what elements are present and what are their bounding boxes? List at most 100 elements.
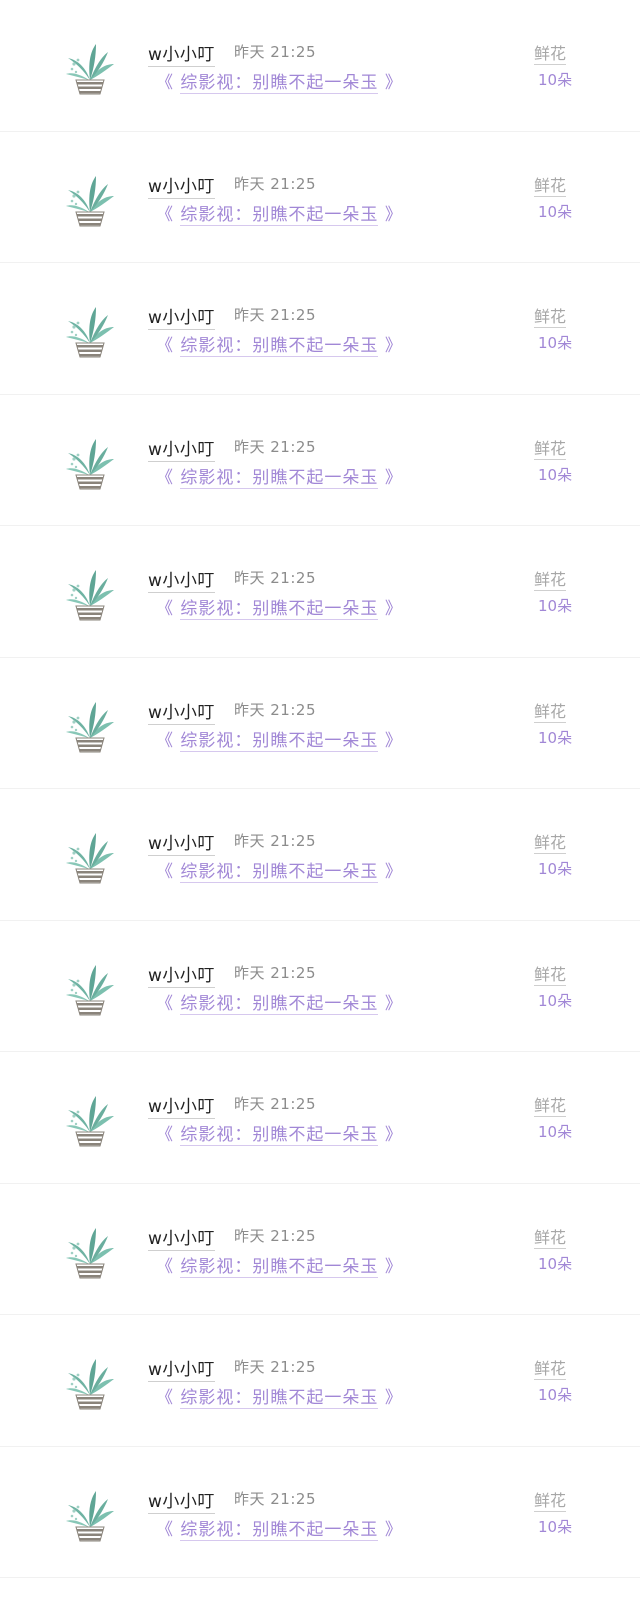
gift-record-row[interactable]: w小小叮 昨天 21:25 《 综影视：别瞧不起一朵玉 》 鲜花 10朵 (0, 1315, 640, 1447)
gift-record-row[interactable]: w小小叮 昨天 21:25 《 综影视：别瞧不起一朵玉 》 鲜花 10朵 (0, 1052, 640, 1184)
gift-record-row[interactable]: w小小叮 昨天 21:25 《 综影视：别瞧不起一朵玉 》 鲜花 10朵 (0, 1184, 640, 1315)
gift-count: 10朵 (538, 1386, 573, 1404)
book-title[interactable]: 综影视：别瞧不起一朵玉 (180, 336, 379, 357)
username-link[interactable]: w小小叮 (148, 1355, 215, 1382)
avatar[interactable] (60, 301, 120, 361)
timestamp: 昨天 21:25 (234, 306, 316, 324)
gift-record-row[interactable]: w小小叮 昨天 21:25 《 综影视：别瞧不起一朵玉 》 鲜花 10朵 (0, 263, 640, 395)
book-close-bracket: 》 (384, 1388, 403, 1408)
book-title-link[interactable]: 《 综影视：别瞧不起一朵玉 》 (156, 1252, 403, 1278)
username-link[interactable]: w小小叮 (148, 566, 215, 593)
gift-count: 10朵 (538, 465, 573, 484)
book-title-link[interactable]: 《 综影视：别瞧不起一朵玉 》 (156, 331, 403, 357)
potted-plant-icon (66, 1227, 114, 1278)
book-open-bracket: 《 (156, 336, 174, 356)
gift-type-label: 鲜花 (534, 566, 567, 591)
gift-type-label: 鲜花 (534, 172, 567, 197)
book-close-bracket: 》 (384, 1125, 403, 1145)
book-title[interactable]: 综影视：别瞧不起一朵玉 (180, 862, 379, 883)
username-link[interactable]: w小小叮 (148, 303, 215, 330)
book-title[interactable]: 综影视：别瞧不起一朵玉 (180, 599, 379, 620)
book-title[interactable]: 综影视：别瞧不起一朵玉 (180, 73, 379, 94)
book-title-link[interactable]: 《 综影视：别瞧不起一朵玉 》 (156, 857, 403, 883)
avatar[interactable] (60, 827, 120, 887)
book-title[interactable]: 综影视：别瞧不起一朵玉 (180, 1519, 379, 1541)
avatar[interactable] (60, 959, 120, 1019)
username-link[interactable]: w小小叮 (148, 172, 215, 199)
username-link[interactable]: w小小叮 (148, 1224, 215, 1251)
book-open-bracket: 《 (156, 730, 174, 751)
gift-type-label: 鲜花 (534, 1487, 567, 1512)
book-title-link[interactable]: 《 综影视：别瞧不起一朵玉 》 (156, 726, 403, 752)
avatar[interactable] (60, 1090, 120, 1150)
avatar[interactable] (60, 1222, 120, 1282)
potted-plant-icon (66, 1490, 114, 1541)
gift-record-row[interactable]: w小小叮 昨天 21:25 《 综影视：别瞧不起一朵玉 》 鲜花 10朵 (0, 132, 640, 263)
book-close-bracket: 》 (384, 599, 403, 619)
book-open-bracket: 《 (156, 467, 174, 488)
book-title[interactable]: 综影视：别瞧不起一朵玉 (180, 730, 379, 752)
potted-plant-icon (66, 438, 114, 489)
timestamp: 昨天 21:25 (234, 174, 316, 193)
username-link[interactable]: w小小叮 (148, 698, 215, 725)
book-title[interactable]: 综影视：别瞧不起一朵玉 (180, 204, 379, 226)
avatar[interactable] (60, 696, 120, 756)
gift-count: 10朵 (538, 991, 573, 1010)
book-title-link[interactable]: 《 综影视：别瞧不起一朵玉 》 (156, 1515, 403, 1541)
book-title-link[interactable]: 《 综影视：别瞧不起一朵玉 》 (156, 1383, 403, 1409)
username-link[interactable]: w小小叮 (148, 1487, 215, 1514)
username-link[interactable]: w小小叮 (148, 435, 215, 462)
gift-record-row[interactable]: w小小叮 昨天 21:25 《 综影视：别瞧不起一朵玉 》 鲜花 10朵 (0, 0, 640, 132)
book-close-bracket: 》 (384, 73, 403, 93)
book-close-bracket: 》 (384, 204, 403, 225)
gift-record-row[interactable]: w小小叮 昨天 21:25 《 综影视：别瞧不起一朵玉 》 鲜花 10朵 (0, 921, 640, 1052)
avatar[interactable] (60, 564, 120, 624)
gift-type-label: 鲜花 (534, 40, 567, 65)
book-title-link[interactable]: 《 综影视：别瞧不起一朵玉 》 (156, 594, 403, 620)
avatar[interactable] (60, 433, 120, 493)
book-title[interactable]: 综影视：别瞧不起一朵玉 (180, 1388, 379, 1409)
book-title[interactable]: 综影视：别瞧不起一朵玉 (180, 993, 379, 1015)
avatar[interactable] (60, 38, 120, 98)
gift-count: 10朵 (538, 334, 573, 352)
book-close-bracket: 》 (384, 467, 403, 488)
gift-count: 10朵 (538, 1517, 573, 1536)
gift-type-label: 鲜花 (534, 698, 567, 723)
row-divider (0, 1577, 640, 1578)
gift-type-label: 鲜花 (534, 303, 567, 328)
book-title-link[interactable]: 《 综影视：别瞧不起一朵玉 》 (156, 463, 403, 489)
book-close-bracket: 》 (384, 1519, 403, 1540)
username-link[interactable]: w小小叮 (148, 829, 215, 856)
username-link[interactable]: w小小叮 (148, 40, 215, 67)
gift-type-label: 鲜花 (534, 961, 567, 986)
gift-record-row[interactable]: w小小叮 昨天 21:25 《 综影视：别瞧不起一朵玉 》 鲜花 10朵 (0, 526, 640, 658)
book-close-bracket: 》 (384, 336, 403, 356)
potted-plant-icon (66, 1359, 114, 1410)
potted-plant-icon (66, 701, 114, 752)
book-title-link[interactable]: 《 综影视：别瞧不起一朵玉 》 (156, 68, 403, 94)
gift-count: 10朵 (538, 597, 573, 615)
book-title[interactable]: 综影视：别瞧不起一朵玉 (180, 1125, 379, 1146)
potted-plant-icon (66, 44, 114, 95)
gift-record-row[interactable]: w小小叮 昨天 21:25 《 综影视：别瞧不起一朵玉 》 鲜花 10朵 (0, 658, 640, 789)
avatar[interactable] (60, 1485, 120, 1545)
book-close-bracket: 》 (384, 1256, 403, 1277)
gift-record-row[interactable]: w小小叮 昨天 21:25 《 综影视：别瞧不起一朵玉 》 鲜花 10朵 (0, 395, 640, 526)
book-open-bracket: 《 (156, 862, 174, 882)
avatar[interactable] (60, 1353, 120, 1413)
book-title[interactable]: 综影视：别瞧不起一朵玉 (180, 1256, 379, 1278)
timestamp: 昨天 21:25 (234, 569, 316, 587)
gift-type-label: 鲜花 (534, 1224, 567, 1249)
avatar[interactable] (60, 170, 120, 230)
book-close-bracket: 》 (384, 862, 403, 882)
gift-record-row[interactable]: w小小叮 昨天 21:25 《 综影视：别瞧不起一朵玉 》 鲜花 10朵 (0, 789, 640, 921)
book-title-link[interactable]: 《 综影视：别瞧不起一朵玉 》 (156, 989, 403, 1015)
book-title-link[interactable]: 《 综影视：别瞧不起一朵玉 》 (156, 200, 403, 226)
username-link[interactable]: w小小叮 (148, 1092, 215, 1119)
book-title-link[interactable]: 《 综影视：别瞧不起一朵玉 》 (156, 1120, 403, 1146)
username-link[interactable]: w小小叮 (148, 961, 215, 988)
book-title[interactable]: 综影视：别瞧不起一朵玉 (180, 467, 379, 489)
book-open-bracket: 《 (156, 1256, 174, 1277)
gift-record-row[interactable]: w小小叮 昨天 21:25 《 综影视：别瞧不起一朵玉 》 鲜花 10朵 (0, 1447, 640, 1578)
book-open-bracket: 《 (156, 1388, 174, 1408)
